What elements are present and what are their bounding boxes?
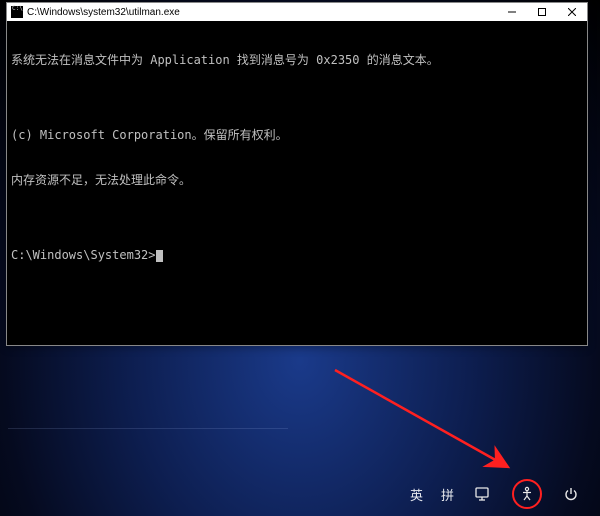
- console-body[interactable]: 系统无法在消息文件中为 Application 找到消息号为 0x2350 的消…: [7, 21, 587, 345]
- cursor-icon: [156, 250, 163, 262]
- titlebar[interactable]: C:\Windows\system32\utilman.exe: [7, 3, 587, 21]
- login-taskbar: 英 拼: [0, 472, 600, 516]
- console-window: C:\Windows\system32\utilman.exe 系统无法在消息文…: [6, 2, 588, 346]
- decorative-line: [8, 428, 288, 429]
- power-button[interactable]: [560, 483, 582, 505]
- console-line: (c) Microsoft Corporation。保留所有权利。: [11, 128, 583, 143]
- window-title: C:\Windows\system32\utilman.exe: [27, 7, 493, 18]
- ime-indicator[interactable]: 拼: [441, 485, 454, 504]
- ease-of-access-button[interactable]: [512, 479, 542, 509]
- minimize-button[interactable]: [497, 3, 527, 21]
- cmd-icon: [11, 6, 23, 18]
- close-button[interactable]: [557, 3, 587, 21]
- language-indicator[interactable]: 英: [410, 485, 423, 504]
- console-line: 内存资源不足，无法处理此命令。: [11, 173, 583, 188]
- window-controls: [497, 3, 587, 21]
- maximize-button[interactable]: [527, 3, 557, 21]
- console-line: 系统无法在消息文件中为 Application 找到消息号为 0x2350 的消…: [11, 53, 583, 68]
- network-icon[interactable]: [472, 483, 494, 505]
- console-prompt-line: C:\Windows\System32>: [11, 248, 583, 263]
- console-prompt: C:\Windows\System32>: [11, 248, 156, 263]
